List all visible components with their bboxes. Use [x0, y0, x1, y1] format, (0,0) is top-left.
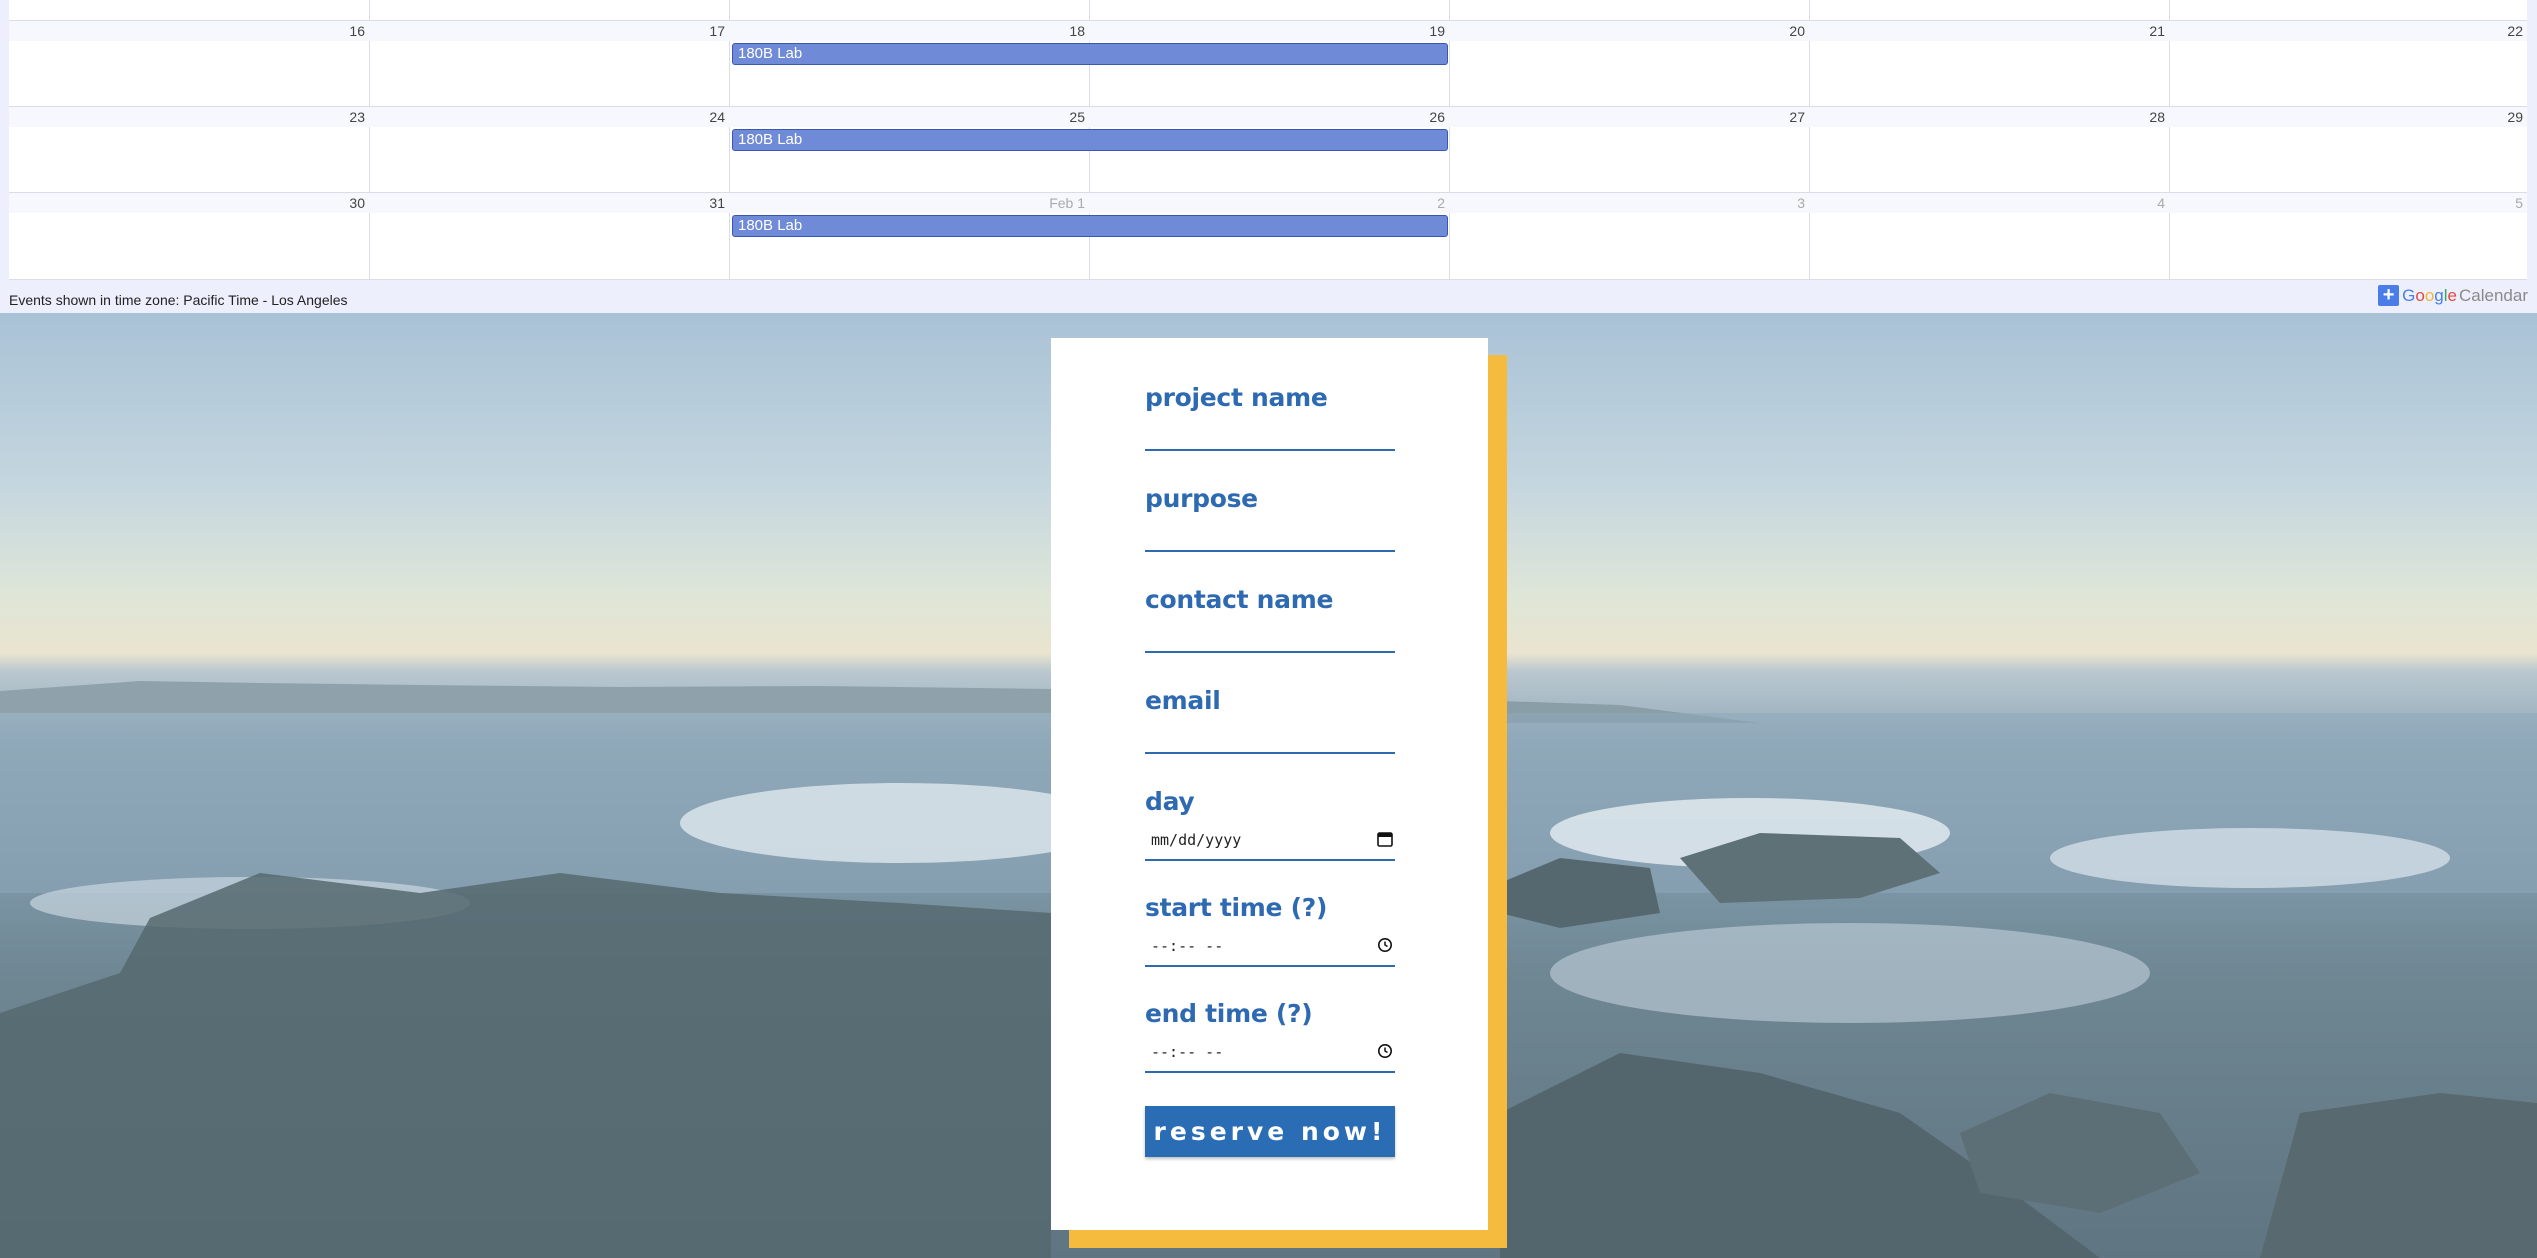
day-number[interactable]: 3	[1449, 193, 1809, 213]
day-number[interactable]: 5	[2169, 193, 2527, 213]
calendar-wordmark: Calendar	[2459, 285, 2528, 305]
google-calendar-link[interactable]: + Google Calendar	[2378, 283, 2528, 308]
date-placeholder: mm/dd/yyyy	[1151, 831, 1242, 849]
google-logo: Google	[2402, 285, 2457, 305]
calendar-icon[interactable]	[1377, 831, 1393, 847]
day-number[interactable]: 21	[1809, 21, 2169, 41]
clock-icon[interactable]	[1377, 937, 1393, 953]
day-number[interactable]: 16	[9, 21, 369, 41]
calendar-week: 23 24 25 26 27 28 29 180B Lab	[9, 107, 2527, 193]
timezone-note: Events shown in time zone: Pacific Time …	[9, 292, 348, 308]
day-date-input[interactable]: mm/dd/yyyy	[1145, 828, 1395, 852]
email-input[interactable]	[1145, 752, 1395, 754]
calendar-week: 30 31 Feb 1 2 3 4 5 180B Lab	[9, 193, 2527, 279]
grid-line	[9, 279, 2527, 280]
project-name-input[interactable]	[1145, 449, 1395, 451]
day-number[interactable]: 2	[1089, 193, 1449, 213]
day-number[interactable]: 29	[2169, 107, 2527, 127]
plus-icon: +	[2378, 285, 2400, 306]
day-number[interactable]: 30	[9, 193, 369, 213]
day-number[interactable]: 19	[1089, 21, 1449, 41]
email-label: email	[1145, 686, 1221, 715]
day-number[interactable]: 24	[369, 107, 729, 127]
reserve-button[interactable]: reserve now!	[1145, 1106, 1395, 1157]
start-time-underline	[1145, 965, 1395, 967]
day-number[interactable]: 25	[729, 107, 1089, 127]
contact-name-input[interactable]	[1145, 651, 1395, 653]
day-number[interactable]: 27	[1449, 107, 1809, 127]
day-number[interactable]: 28	[1809, 107, 2169, 127]
day-number[interactable]: 20	[1449, 21, 1809, 41]
calendar-embed: 16 17 18 19 20 21 22 180B Lab 23 24 25 2…	[0, 0, 2537, 313]
end-time-input[interactable]: --:-- --	[1145, 1040, 1395, 1064]
calendar-event[interactable]: 180B Lab	[732, 129, 1448, 151]
day-label: day	[1145, 787, 1195, 816]
day-underline	[1145, 859, 1395, 861]
end-time-label: end time (?)	[1145, 999, 1313, 1028]
contact-name-label: contact name	[1145, 585, 1334, 614]
day-number[interactable]: 17	[369, 21, 729, 41]
day-number[interactable]: 23	[9, 107, 369, 127]
calendar-week: 16 17 18 19 20 21 22 180B Lab	[9, 21, 2527, 107]
reservation-form: project name purpose contact name email …	[1051, 338, 1488, 1230]
project-name-label: project name	[1145, 383, 1328, 412]
time-placeholder: --:-- --	[1151, 937, 1224, 955]
purpose-input[interactable]	[1145, 550, 1395, 552]
day-number[interactable]: 31	[369, 193, 729, 213]
time-placeholder: --:-- --	[1151, 1043, 1224, 1061]
day-number[interactable]: 4	[1809, 193, 2169, 213]
calendar-event[interactable]: 180B Lab	[732, 43, 1448, 65]
day-number[interactable]: Feb 1	[729, 193, 1089, 213]
day-number[interactable]: 22	[2169, 21, 2527, 41]
day-number[interactable]: 26	[1089, 107, 1449, 127]
calendar-event[interactable]: 180B Lab	[732, 215, 1448, 237]
clock-icon[interactable]	[1377, 1043, 1393, 1059]
end-time-underline	[1145, 1071, 1395, 1073]
start-time-label: start time (?)	[1145, 893, 1328, 922]
calendar-grid: 16 17 18 19 20 21 22 180B Lab 23 24 25 2…	[9, 0, 2527, 280]
day-number[interactable]: 18	[729, 21, 1089, 41]
purpose-label: purpose	[1145, 484, 1258, 513]
start-time-input[interactable]: --:-- --	[1145, 934, 1395, 958]
